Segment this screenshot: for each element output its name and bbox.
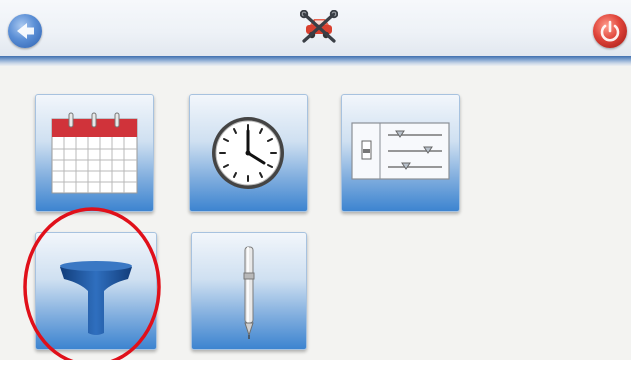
touchscreen (0, 0, 631, 374)
power-button[interactable] (593, 14, 627, 48)
clock-tile[interactable] (189, 94, 308, 212)
stylus-tile[interactable] (191, 232, 307, 350)
probe-tile[interactable] (35, 232, 157, 350)
calendar-icon (51, 112, 138, 194)
t-probe-icon (60, 261, 132, 335)
header-divider (0, 56, 631, 66)
settings-tile[interactable] (341, 94, 460, 212)
header-bar (0, 0, 631, 58)
clock-icon (212, 117, 284, 189)
screen-bottom-edge (0, 360, 631, 374)
back-button[interactable] (8, 14, 42, 48)
stylus-pen-icon (243, 246, 255, 339)
sliders-settings-icon (351, 122, 450, 180)
power-icon (600, 20, 620, 42)
vehicle-tools-icon (300, 10, 338, 43)
back-arrow-icon (17, 23, 34, 39)
calendar-tile[interactable] (35, 94, 154, 212)
